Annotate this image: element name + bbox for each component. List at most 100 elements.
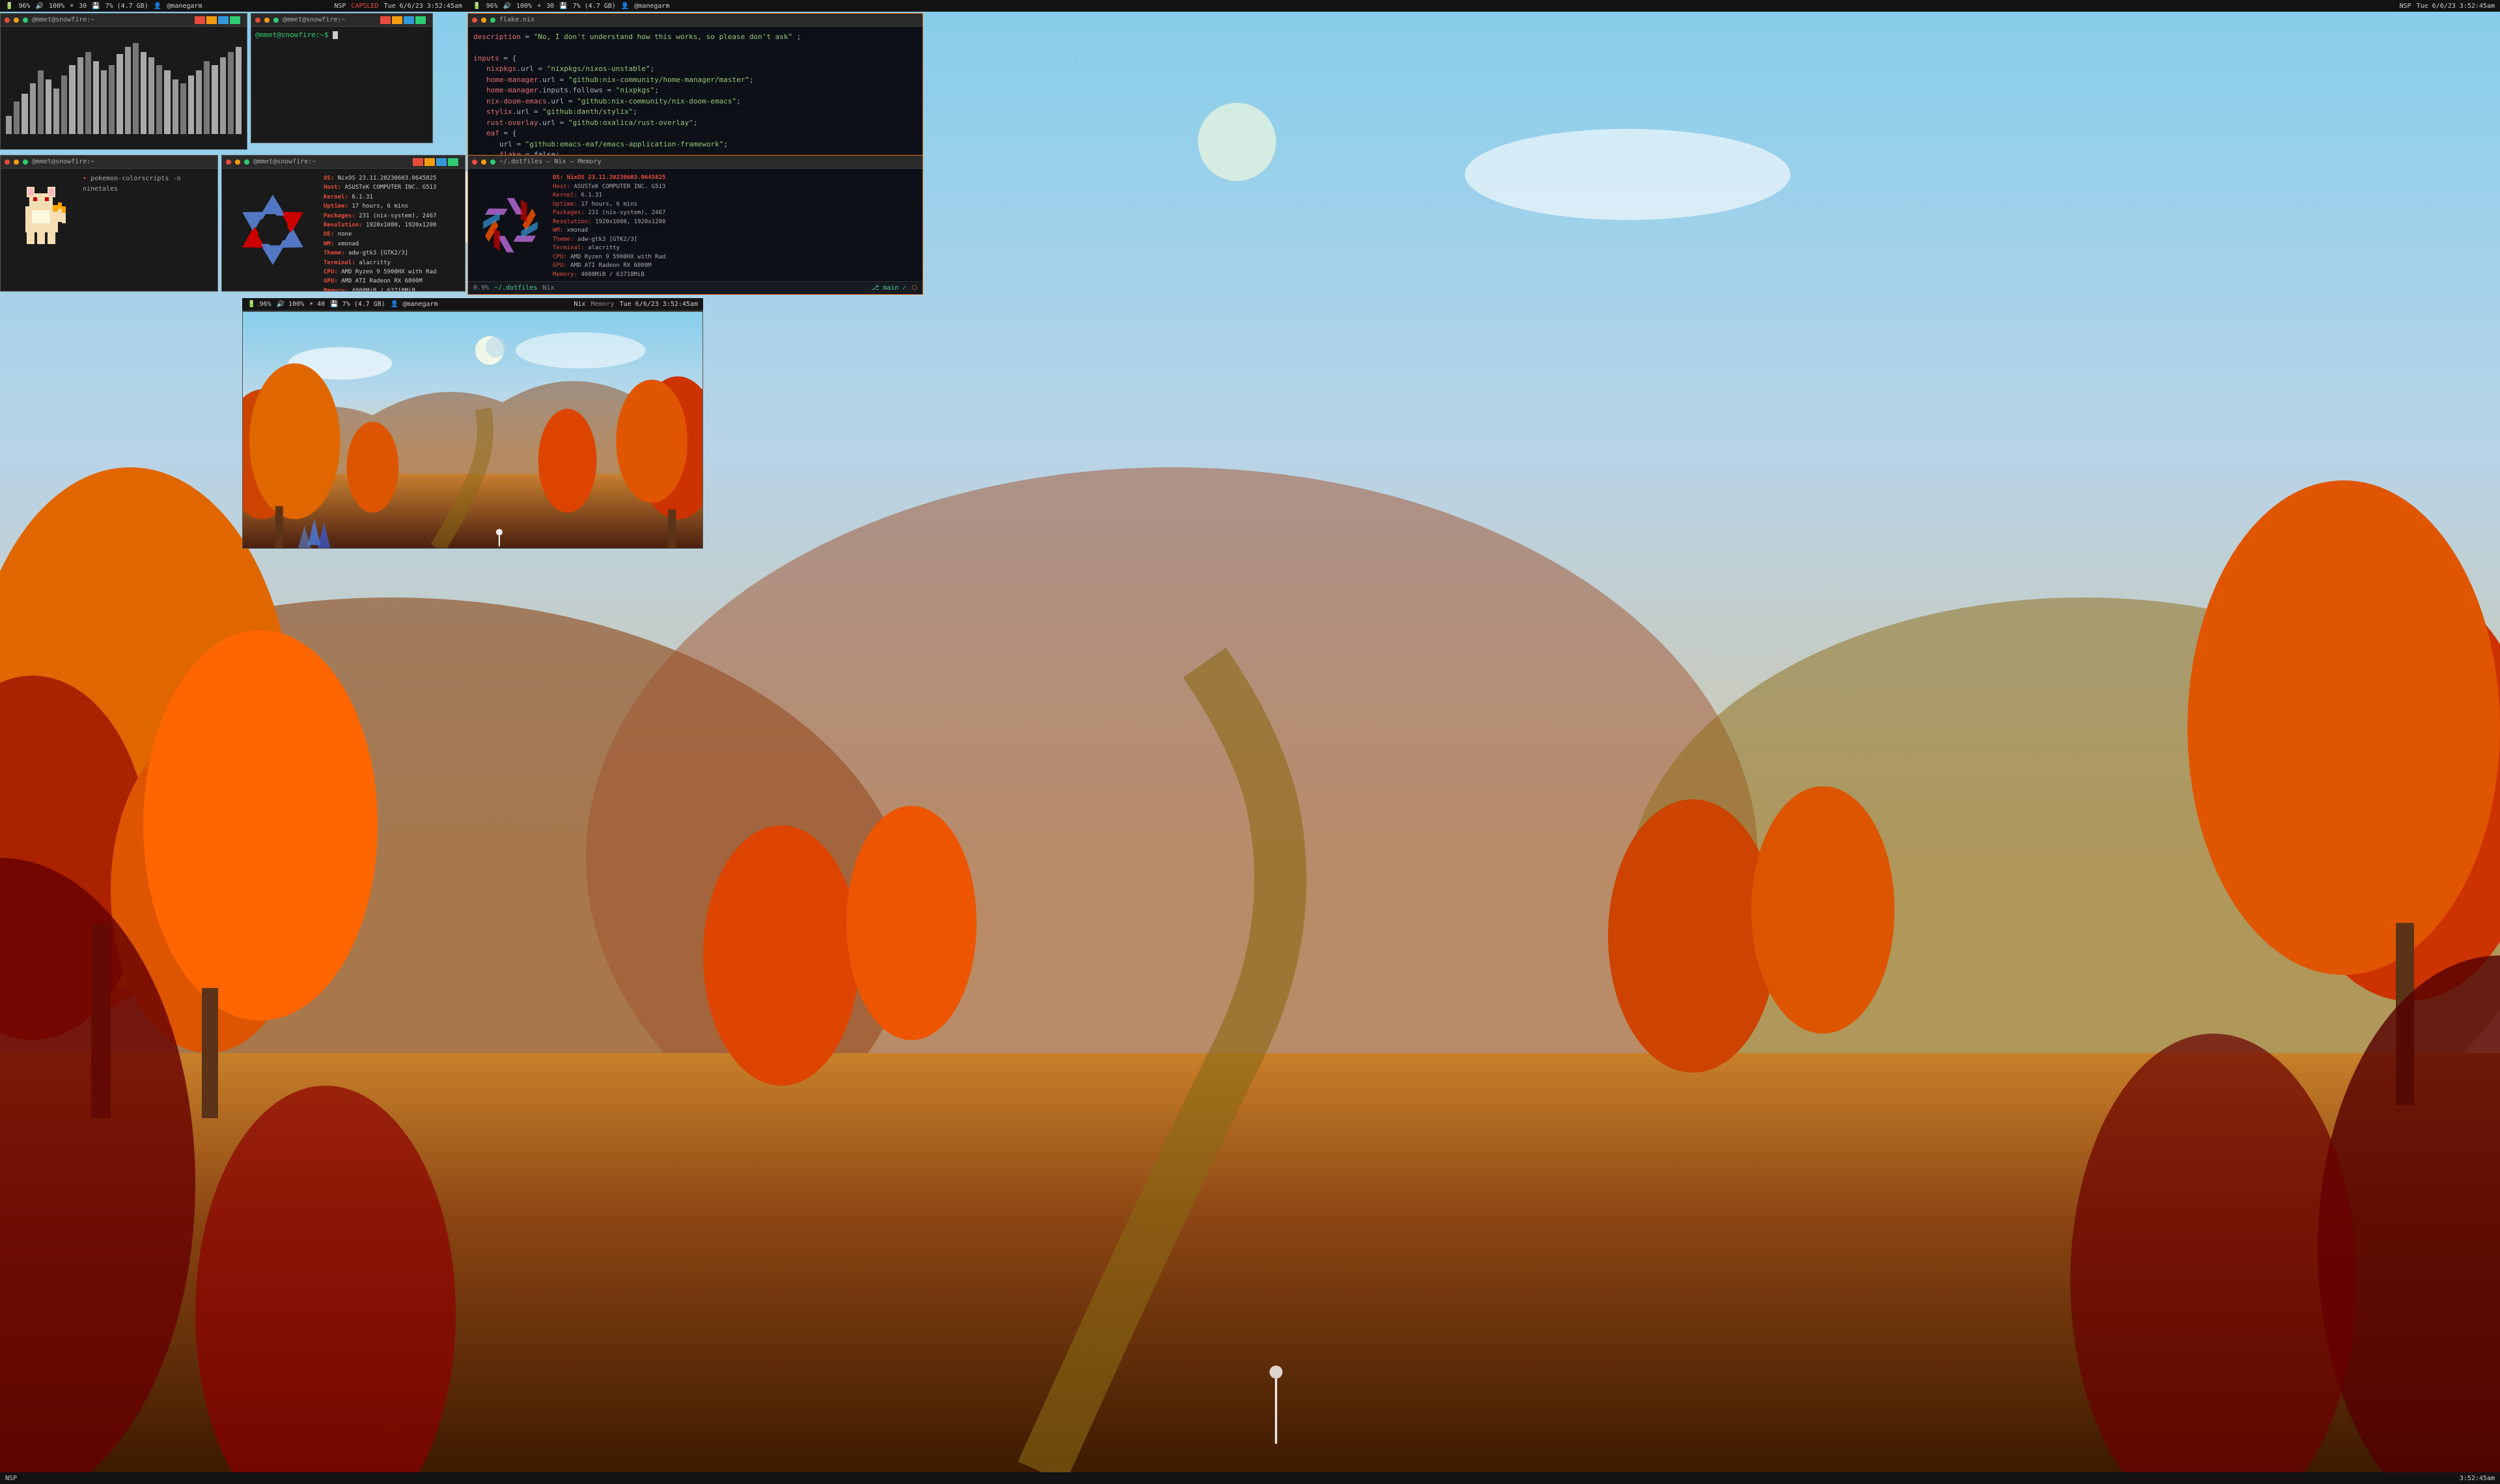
chart-bar-7: [61, 76, 67, 134]
status-bar-right: 🔋 96% 🔊 100% ☀ 30 💾 7% (4.7 GB) 👤 @maneg…: [467, 0, 2500, 12]
maximize-dot-t[interactable]: [273, 18, 279, 23]
editor-right-branch: ⎇ main ✓: [872, 284, 907, 292]
minimize-dot[interactable]: [14, 18, 19, 23]
nf-theme: Theme: adw-gtk3 [GTK2/3]: [324, 249, 436, 258]
minimize-dot-er[interactable]: [481, 159, 486, 165]
editor-right-body: OS: NixOS 23.11.20230603.0645825 Host: A…: [468, 169, 923, 281]
battery-icon-r: 🔋: [473, 3, 480, 10]
code-stylix: stylix.url = "github:danth/stylix";: [473, 107, 917, 118]
editor-right-filepath: ~/.dotfiles: [494, 284, 537, 292]
code-blank: [473, 48, 917, 53]
maximize-dot[interactable]: [23, 18, 28, 23]
editor-right-info: OS: NixOS 23.11.20230603.0645825 Host: A…: [553, 169, 923, 281]
brightness-icon: ☀: [70, 3, 74, 10]
time-label: Tue 6/6/23 3:52:45am: [384, 3, 462, 10]
pokemon-command: • pokemon-colorscripts -n ninetales: [83, 174, 212, 195]
pokemon-sprite: [6, 174, 77, 265]
close-dot-t[interactable]: [255, 18, 260, 23]
brightness-icon-r: ☀: [537, 3, 541, 10]
chart-bar-14: [117, 54, 122, 134]
time-label-r: Tue 6/6/23 3:52:45am: [2417, 3, 2495, 10]
minimize-dot-n[interactable]: [235, 159, 240, 165]
status-bar-left-items: 🔋 96% 🔊 100% ☀ 30 💾 7% (4.7 GB) 👤 @maneg…: [5, 3, 329, 10]
chart-titlebar: @mmet@snowfire:~: [1, 14, 247, 27]
chart-bar-2: [21, 94, 27, 134]
editor-right-statusbar: 0.9% ~/.dotfiles Nix ⎇ main ✓ ⬡: [468, 281, 923, 294]
bottom-status-bar: NSP 3:52:45am: [0, 1472, 2500, 1484]
volume-value-r: 100%: [516, 3, 532, 10]
chart-bar-16: [133, 43, 139, 134]
nf-resolution: Resolution: 1920x1080, 1920x1200: [324, 221, 436, 230]
brightness-value-r: 30: [546, 3, 554, 10]
nf-os: OS: NixOS 23.11.20230603.0645825: [324, 174, 436, 183]
minimize-dot-e[interactable]: [481, 18, 486, 23]
code-inputs-header: inputs = {: [473, 53, 917, 64]
close-dot-er[interactable]: [472, 159, 477, 165]
volume-icon-r: 🔊: [503, 3, 511, 10]
chart-bar-22: [180, 83, 186, 134]
nf-r-packages-line: Packages: 231 (nix-system), 2467: [553, 209, 917, 218]
maximize-dot-p[interactable]: [23, 159, 28, 165]
editor-right-window[interactable]: ~/.dotfiles — Nix — Memory: [467, 155, 923, 295]
sb2-memory: 💾 7% (4.7 GB): [330, 301, 385, 308]
bottom-workspace: NSP: [5, 1475, 17, 1482]
nf-wm: WM: xmonad: [324, 240, 436, 249]
sb2-volume: 🔊 100%: [277, 301, 305, 308]
volume-value: 100%: [49, 3, 64, 10]
close-dot-p[interactable]: [5, 159, 10, 165]
editor-right-mode-label: Nix: [542, 284, 554, 292]
close-dot[interactable]: [5, 18, 10, 23]
chart-bar-10: [85, 52, 91, 134]
pokemon-window: @mmet@snowfire:~: [0, 155, 218, 292]
close-dot-e[interactable]: [472, 18, 477, 23]
nf-packages: Packages: 231 (nix-system), 2467: [324, 212, 436, 221]
code-rust-overlay: rust-overlay.url = "github:oxalica/rust-…: [473, 118, 917, 129]
chart-bar-18: [148, 57, 154, 134]
wallpaper-content: [243, 312, 702, 548]
nf-r-os-line: OS: NixOS 23.11.20230603.0645825: [553, 174, 917, 183]
minimize-dot-p[interactable]: [14, 159, 19, 165]
status-bar-right-left-items: 🔋 96% 🔊 100% ☀ 30 💾 7% (4.7 GB) 👤 @maneg…: [473, 3, 2395, 10]
chart-bar-26: [212, 65, 217, 134]
nf-memory: Memory: 4008MiB / 63718MiB: [324, 286, 436, 291]
maximize-dot-er[interactable]: [490, 159, 495, 165]
wallpaper-window: [242, 298, 703, 549]
chart-bar-3: [30, 83, 36, 134]
editor-right-logo: [468, 169, 553, 281]
user-icon: 👤: [154, 3, 161, 10]
editor-right-title: ~/.dotfiles — Nix — Memory: [499, 158, 602, 165]
chart-bar-9: [77, 57, 83, 134]
chart-bar-19: [156, 65, 162, 134]
code-eaf-url: url = "github:emacs-eaf/emacs-applicatio…: [473, 139, 917, 150]
pokemon-titlebar: @mmet@snowfire:~: [1, 156, 217, 169]
close-dot-n[interactable]: [226, 159, 231, 165]
chart-bar-15: [125, 47, 131, 134]
chart-window: @mmet@snowfire:~: [0, 13, 247, 150]
memory-icon: 💾: [92, 3, 100, 10]
editor-right-percent: 0.9%: [473, 284, 489, 292]
neofetch-title: @mmet@snowfire:~: [253, 158, 316, 165]
maximize-dot-e[interactable]: [490, 18, 495, 23]
chart-bar-0: [6, 116, 12, 134]
nf-r-uptime-line: Uptime: 17 hours, 6 mins: [553, 200, 917, 210]
workspace-label: NSP: [334, 3, 346, 10]
brightness-value: 30: [79, 3, 87, 10]
nf-r-wm-line: WM: xmonad: [553, 227, 917, 236]
status-bar-right-right-items: NSP Tue 6/6/23 3:52:45am: [2400, 3, 2495, 10]
chart-bar-25: [204, 61, 210, 134]
battery-value: 96%: [18, 3, 30, 10]
chart-bar-1: [14, 102, 20, 134]
maximize-dot-n[interactable]: [244, 159, 249, 165]
nf-host: Host: ASUSTeK COMPUTER INC. G513: [324, 183, 436, 192]
neofetch-info: OS: NixOS 23.11.20230603.0645825 Host: A…: [324, 174, 436, 286]
chart-bar-28: [228, 52, 234, 134]
terminal-top-window[interactable]: @mmet@snowfire:~ @mmet@snowfire:~$: [251, 13, 433, 143]
code-nixpkgs: nixpkgs.url = "nixpkgs/nixos-unstable";: [473, 64, 917, 75]
status-bar-bottom-wallpaper: 🔋 96% 🔊 100% ☀ 40 💾 7% (4.7 GB) 👤 @maneg…: [242, 298, 703, 310]
code-home-manager-inputs: home-manager.inputs.follows = "nixpkgs";: [473, 85, 917, 96]
terminal-top-body[interactable]: @mmet@snowfire:~$: [251, 27, 432, 143]
chart-bar-6: [53, 89, 59, 134]
nf-r-resolution-line: Resolution: 1920x1080, 1920x1200: [553, 218, 917, 227]
minimize-dot-t[interactable]: [264, 18, 270, 23]
code-home-manager: home-manager.url = "github:nix-community…: [473, 75, 917, 86]
